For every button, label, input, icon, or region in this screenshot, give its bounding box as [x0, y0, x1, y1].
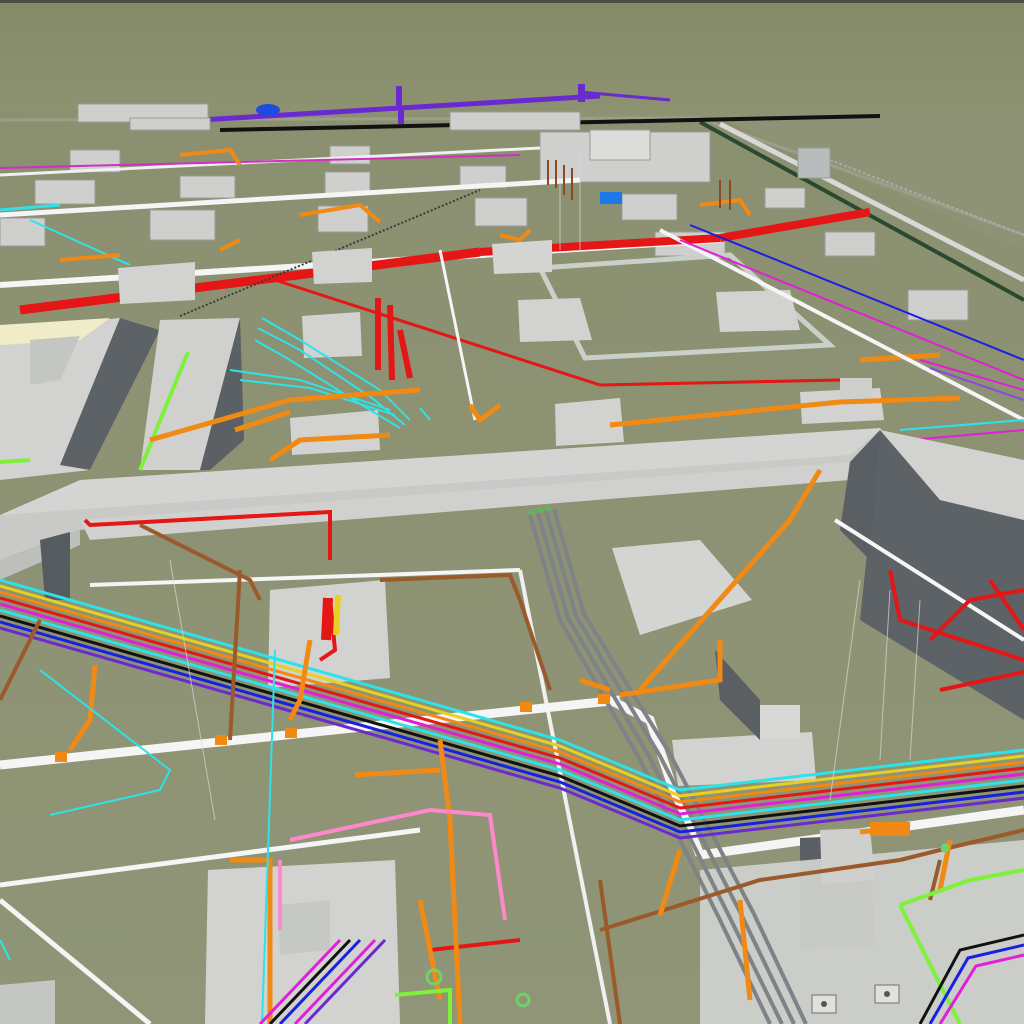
yellow-riser-front — [333, 594, 341, 636]
purple-riser-3 — [398, 110, 404, 124]
top-bar — [0, 0, 1024, 3]
far-blue-block — [600, 192, 622, 204]
red-riser-front — [321, 597, 333, 641]
scene-svg[interactable] — [0, 0, 1024, 1024]
purple-riser-2 — [578, 84, 585, 102]
purple-riser-1 — [396, 86, 402, 106]
blue-tank — [256, 104, 280, 116]
3d-model-viewport[interactable] — [0, 0, 1024, 1024]
